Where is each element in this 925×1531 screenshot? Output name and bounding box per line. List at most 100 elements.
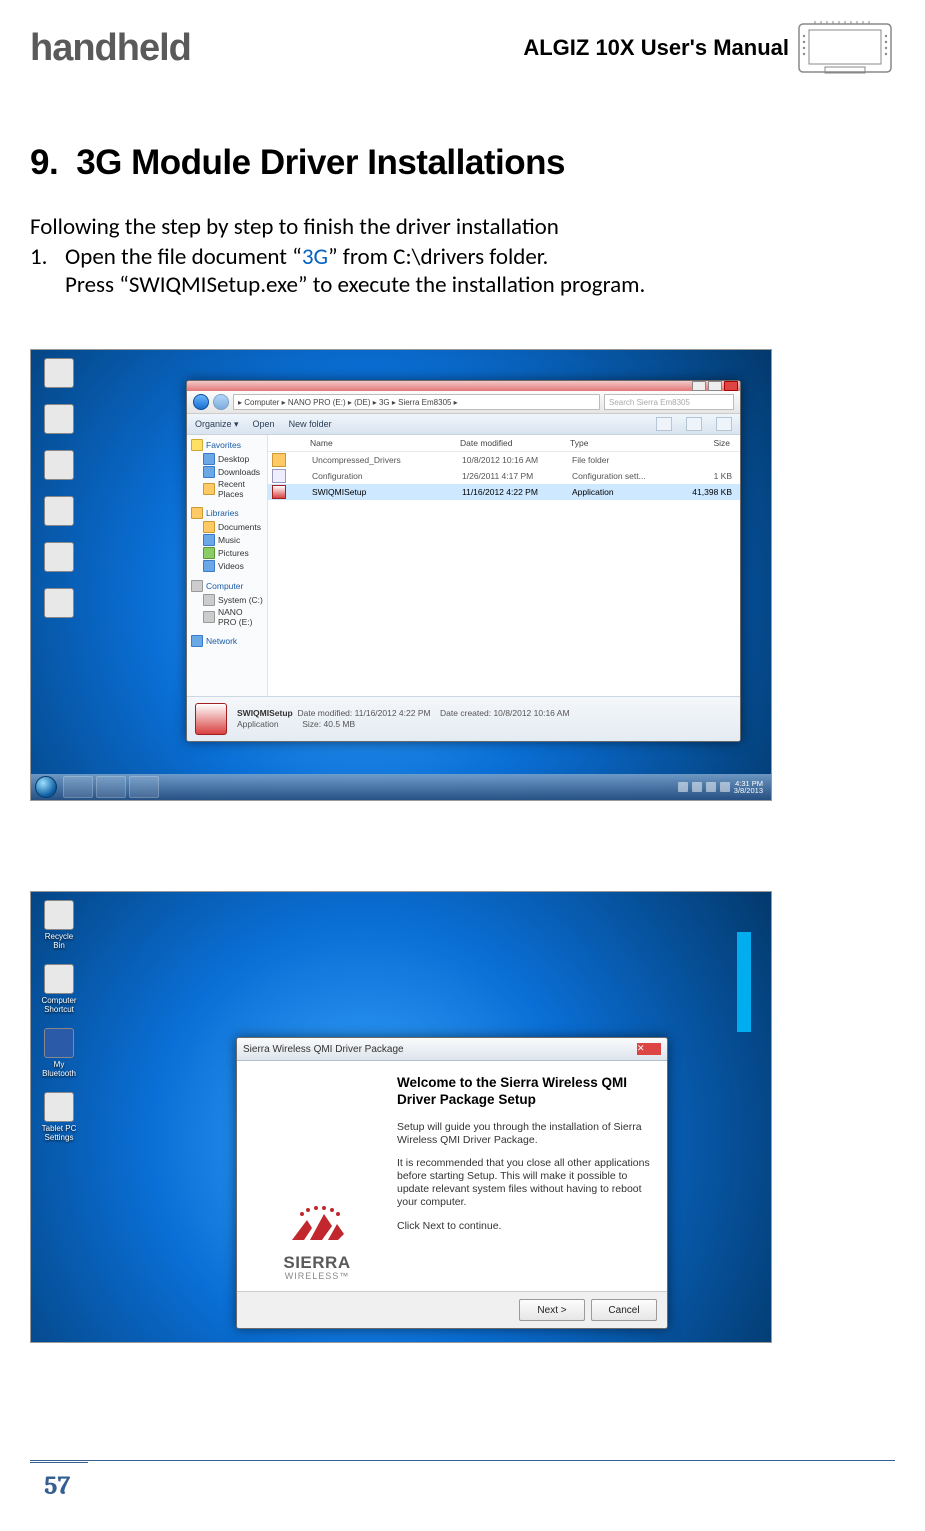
file-row[interactable]: Uncompressed_Drivers 10/8/2012 10:16 AM … bbox=[268, 452, 740, 468]
sierra-logo-icon bbox=[282, 1200, 352, 1248]
desktop-icon[interactable] bbox=[39, 358, 79, 390]
installer-brand-panel: SIERRA WIRELESS™ bbox=[237, 1061, 397, 1291]
details-mod: 11/16/2012 4:22 PM bbox=[355, 708, 431, 718]
cancel-button[interactable]: Cancel bbox=[591, 1299, 657, 1321]
star-icon bbox=[191, 439, 203, 451]
file-date: 1/26/2011 4:17 PM bbox=[462, 471, 572, 481]
tray-icon[interactable] bbox=[678, 782, 688, 792]
desktop-icon[interactable] bbox=[39, 404, 79, 436]
icon-label: Tablet PC Settings bbox=[39, 1124, 79, 1142]
organize-menu[interactable]: Organize ▾ bbox=[195, 419, 239, 430]
file-size: 1 KB bbox=[672, 471, 740, 481]
desktop-icon-computer[interactable]: Computer Shortcut bbox=[39, 964, 79, 1014]
tray-date: 3/8/2013 bbox=[734, 786, 763, 795]
back-button[interactable] bbox=[193, 394, 209, 410]
intro-text: Following the step by step to finish the… bbox=[30, 213, 895, 241]
drive-icon bbox=[203, 594, 215, 606]
desktop-icon-tablet-settings[interactable]: Tablet PC Settings bbox=[39, 1092, 79, 1142]
page-number: 57 bbox=[30, 1471, 895, 1501]
nav-label: Pictures bbox=[218, 548, 249, 558]
settings-icon bbox=[44, 1092, 74, 1122]
device-illustration-icon bbox=[795, 18, 895, 78]
nav-item-documents[interactable]: Documents bbox=[191, 521, 263, 533]
tray-clock[interactable]: 4:31 PM 3/8/2013 bbox=[734, 780, 763, 795]
icon-label: My Bluetooth bbox=[39, 1060, 79, 1078]
file-row-selected[interactable]: SWIQMISetup 11/16/2012 4:22 PM Applicati… bbox=[268, 484, 740, 500]
libraries-icon bbox=[191, 507, 203, 519]
nav-item-desktop[interactable]: Desktop bbox=[191, 453, 263, 465]
file-name: SWIQMISetup bbox=[290, 487, 462, 497]
col-size[interactable]: Size bbox=[670, 438, 738, 448]
nav-computer-head[interactable]: Computer bbox=[191, 580, 263, 592]
computer-icon bbox=[44, 964, 74, 994]
taskbar-item[interactable] bbox=[96, 776, 126, 798]
installer-body: SIERRA WIRELESS™ Welcome to the Sierra W… bbox=[237, 1061, 667, 1291]
step-1: 1. Open the file document “3G” from C:\d… bbox=[30, 243, 895, 299]
page-header: handheld ALGIZ 10X User's Manual bbox=[30, 18, 895, 78]
minimize-button[interactable] bbox=[692, 381, 706, 391]
col-date[interactable]: Date modified bbox=[460, 438, 570, 448]
file-row[interactable]: Configuration 1/26/2011 4:17 PM Configur… bbox=[268, 468, 740, 484]
installer-titlebar[interactable]: Sierra Wireless QMI Driver Package ✕ bbox=[237, 1038, 667, 1061]
videos-icon bbox=[203, 560, 215, 572]
new-folder-button[interactable]: New folder bbox=[289, 419, 332, 429]
nav-item-nano-pro[interactable]: NANO PRO (E:) bbox=[191, 607, 263, 627]
next-button[interactable]: Next > bbox=[519, 1299, 585, 1321]
file-type: Configuration sett... bbox=[572, 471, 672, 481]
tray-icon[interactable] bbox=[706, 782, 716, 792]
window-titlebar[interactable] bbox=[187, 381, 740, 391]
open-button[interactable]: Open bbox=[253, 419, 275, 429]
nav-item-videos[interactable]: Videos bbox=[191, 560, 263, 572]
col-type[interactable]: Type bbox=[570, 438, 670, 448]
system-tray[interactable]: 4:31 PM 3/8/2013 bbox=[678, 780, 767, 795]
desktop-icon[interactable] bbox=[39, 496, 79, 528]
installer-footer: Next > Cancel bbox=[237, 1291, 667, 1328]
tray-icon[interactable] bbox=[692, 782, 702, 792]
screenshot-installer: Recycle Bin Computer Shortcut My Bluetoo… bbox=[30, 891, 772, 1343]
preview-pane-button[interactable] bbox=[686, 417, 702, 431]
details-app: Application bbox=[237, 719, 279, 729]
nav-favorites-head[interactable]: Favorites bbox=[191, 439, 263, 451]
config-icon bbox=[272, 469, 286, 483]
nav-item-pictures[interactable]: Pictures bbox=[191, 547, 263, 559]
icon-label: Computer Shortcut bbox=[39, 996, 79, 1014]
close-button[interactable]: ✕ bbox=[637, 1043, 661, 1055]
tray-icon[interactable] bbox=[720, 782, 730, 792]
music-icon bbox=[203, 534, 215, 546]
details-pane: SWIQMISetup Date modified: 11/16/2012 4:… bbox=[187, 696, 740, 741]
screenshot-explorer: ▸ Computer ▸ NANO PRO (E:) ▸ (DE) ▸ 3G ▸… bbox=[30, 349, 772, 801]
maximize-button[interactable] bbox=[708, 381, 722, 391]
documents-icon bbox=[203, 521, 215, 533]
pictures-icon bbox=[203, 547, 215, 559]
details-name: SWIQMISetup bbox=[237, 708, 293, 718]
taskbar-item[interactable] bbox=[63, 776, 93, 798]
nav-label: Music bbox=[218, 535, 240, 545]
view-mode-button[interactable] bbox=[656, 417, 672, 431]
help-button[interactable] bbox=[716, 417, 732, 431]
desktop-icon-recycle-bin[interactable]: Recycle Bin bbox=[39, 900, 79, 950]
step1-link: 3G bbox=[302, 243, 328, 271]
nav-item-downloads[interactable]: Downloads bbox=[191, 466, 263, 478]
search-input[interactable]: Search Sierra Em8305 bbox=[604, 394, 734, 410]
desktop-icon-bluetooth[interactable]: My Bluetooth bbox=[39, 1028, 79, 1078]
close-button[interactable] bbox=[724, 381, 738, 391]
breadcrumb-bar[interactable]: ▸ Computer ▸ NANO PRO (E:) ▸ (DE) ▸ 3G ▸… bbox=[233, 394, 600, 410]
col-name[interactable]: Name bbox=[288, 438, 460, 448]
desktop-icon[interactable] bbox=[39, 542, 79, 574]
desktop-icon[interactable] bbox=[39, 588, 79, 620]
start-button[interactable] bbox=[35, 776, 57, 798]
nav-item-music[interactable]: Music bbox=[191, 534, 263, 546]
taskbar-item[interactable] bbox=[129, 776, 159, 798]
forward-button[interactable] bbox=[213, 394, 229, 410]
nav-item-recent[interactable]: Recent Places bbox=[191, 479, 263, 499]
nav-label: System (C:) bbox=[218, 595, 263, 605]
generic-icon bbox=[44, 450, 74, 480]
explorer-toolbar: Organize ▾ Open New folder bbox=[187, 414, 740, 435]
nav-network-head[interactable]: Network bbox=[191, 635, 263, 647]
generic-icon bbox=[44, 404, 74, 434]
nav-libraries-head[interactable]: Libraries bbox=[191, 507, 263, 519]
manual-title-wrap: ALGIZ 10X User's Manual bbox=[523, 18, 895, 78]
nav-item-system-c[interactable]: System (C:) bbox=[191, 594, 263, 606]
address-bar-row: ▸ Computer ▸ NANO PRO (E:) ▸ (DE) ▸ 3G ▸… bbox=[187, 391, 740, 414]
desktop-icon[interactable] bbox=[39, 450, 79, 482]
